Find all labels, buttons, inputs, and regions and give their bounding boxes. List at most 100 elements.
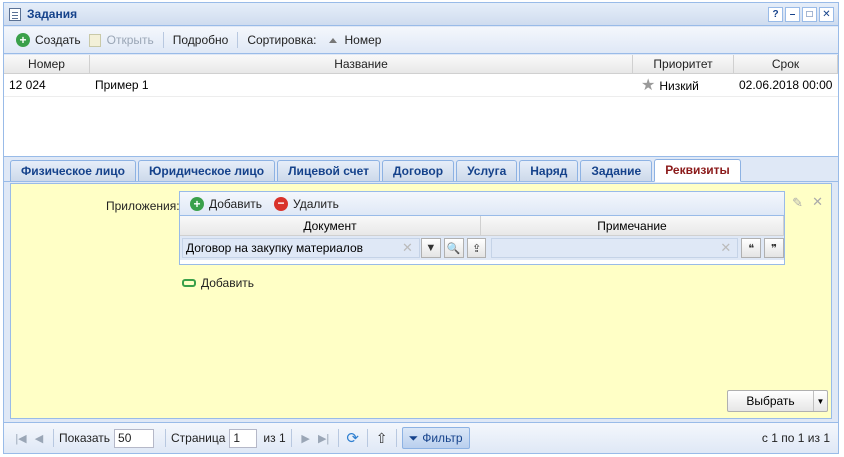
tab-individual[interactable]: Физическое лицо — [10, 160, 137, 181]
delete-label: Удалить — [293, 196, 339, 211]
cell-priority: ★ Низкий — [641, 77, 699, 94]
add-link-label: Добавить — [201, 276, 255, 290]
close-button[interactable]: ✕ — [819, 7, 834, 22]
search-button[interactable]: 🔍 — [443, 238, 464, 258]
dropdown-button[interactable]: ▼ — [420, 238, 441, 258]
page-count: из 1 — [263, 431, 286, 445]
tasks-window: Задания ? – □ ✕ + Создать Открыть Подроб… — [3, 2, 839, 454]
pager-separator — [290, 429, 292, 447]
tasks-icon — [9, 7, 21, 21]
column-header-priority[interactable]: Приоритет — [633, 55, 734, 73]
window-title: Задания — [27, 7, 78, 21]
minimize-button[interactable]: – — [785, 7, 800, 22]
quote-close-icon: ❞ — [771, 242, 778, 255]
toolbar-separator — [162, 32, 164, 48]
pencil-icon[interactable]: ✎ — [792, 195, 803, 211]
tab-work-order[interactable]: Наряд — [519, 160, 579, 181]
filter-button[interactable]: ⏷ Фильтр — [401, 427, 470, 449]
add-link-button[interactable]: Добавить — [182, 276, 254, 290]
chevron-down-icon[interactable]: ▼ — [813, 391, 827, 411]
select-label: Выбрать — [746, 394, 795, 408]
open-button[interactable]: Открыть — [85, 29, 158, 51]
details-panel: Приложения: ✎ ✕ + Добавить − Удалить Док… — [10, 183, 832, 419]
tab-legal-entity[interactable]: Юридическое лицо — [138, 160, 276, 181]
tab-service[interactable]: Услуга — [456, 160, 518, 181]
help-button[interactable]: ? — [768, 7, 783, 22]
add-label: Добавить — [209, 196, 263, 211]
chevron-down-icon: ▼ — [425, 242, 437, 254]
plus-icon: + — [16, 33, 30, 47]
document-combo[interactable]: Договор на закупку материалов ✕ — [182, 238, 420, 258]
last-page-icon[interactable]: ▶| — [315, 432, 333, 445]
prev-page-icon[interactable]: ◀ — [30, 432, 48, 445]
details-label: Подробно — [172, 33, 229, 47]
cell-number: 12 024 — [9, 78, 46, 92]
export-icon[interactable]: ⇧ — [373, 430, 391, 447]
page-size-label: Показать — [59, 431, 111, 445]
tab-task[interactable]: Задание — [580, 160, 653, 181]
select-button[interactable]: Выбрать ▼ — [727, 390, 828, 412]
column-header-number[interactable]: Номер — [4, 55, 90, 73]
document-value: Договор на закупку материалов — [186, 241, 363, 255]
open-icon — [88, 33, 101, 47]
filter-icon: ⏷ — [408, 430, 419, 445]
page-size-input[interactable]: 50 — [114, 428, 155, 448]
pager-separator — [395, 429, 397, 447]
create-button[interactable]: + Создать — [12, 29, 85, 51]
window-titlebar: Задания ? – □ ✕ — [4, 3, 838, 26]
cell-due: 02.06.2018 00:00 — [739, 78, 833, 92]
main-toolbar: + Создать Открыть Подробно Сортировка: Н… — [4, 27, 838, 54]
delete-attachment-button[interactable]: − Удалить — [270, 193, 343, 215]
sort-field-button[interactable]: Номер — [321, 29, 386, 51]
column-header-note[interactable]: Примечание — [481, 216, 784, 235]
table-row[interactable]: 12 024 Пример 1 ★ Низкий 02.06.2018 00:00 — [4, 74, 838, 97]
sort-label: Сортировка: — [247, 33, 317, 47]
close-quote-button[interactable]: ❞ — [764, 238, 785, 258]
open-quote-button[interactable]: ❝ — [741, 238, 762, 258]
filter-label: Фильтр — [422, 431, 463, 445]
pager-separator — [337, 429, 339, 447]
clear-icon[interactable]: ✕ — [720, 240, 731, 256]
quote-open-icon: ❝ — [748, 242, 755, 255]
tab-account[interactable]: Лицевой счет — [277, 160, 380, 181]
paging-toolbar: |◀ ◀ Показать 50 Страница 1 из 1 ▶ ▶| ⟳ … — [4, 422, 838, 453]
search-icon: 🔍 — [446, 242, 461, 255]
sort-field-label: Номер — [344, 33, 382, 47]
attachments-label: Приложения: — [106, 199, 180, 213]
column-header-name[interactable]: Название — [90, 55, 633, 73]
maximize-button[interactable]: □ — [802, 7, 817, 22]
sort-ascending-icon — [328, 37, 337, 43]
next-page-icon[interactable]: ▶ — [297, 432, 315, 445]
attachments-grid: + Добавить − Удалить Документ Примечание… — [179, 191, 785, 265]
open-document-button[interactable]: ⇪ — [466, 238, 487, 258]
close-icon[interactable]: ✕ — [812, 194, 823, 210]
add-attachment-button[interactable]: + Добавить — [186, 193, 266, 215]
details-button[interactable]: Подробно — [169, 29, 233, 51]
pager-separator — [165, 429, 167, 447]
column-header-document[interactable]: Документ — [180, 216, 481, 235]
clear-icon[interactable]: ✕ — [402, 240, 413, 256]
toolbar-separator — [237, 32, 239, 48]
page-label: Страница — [171, 431, 226, 445]
note-field[interactable]: ✕ — [491, 238, 739, 258]
open-label: Открыть — [106, 33, 154, 47]
tab-strip: Физическое лицо Юридическое лицо Лицевой… — [4, 158, 838, 182]
pager-separator — [53, 429, 54, 447]
paging-info: с 1 по 1 из 1 — [761, 431, 830, 445]
pager-separator — [366, 429, 368, 447]
plus-icon: + — [190, 196, 204, 211]
refresh-icon[interactable]: ⟳ — [344, 429, 362, 447]
attachment-row: Договор на закупку материалов ✕ ▼ 🔍 ⇪ ✕ … — [180, 236, 785, 260]
star-icon: ★ — [641, 77, 656, 94]
attachments-toolbar: + Добавить − Удалить — [180, 192, 784, 216]
create-label: Создать — [35, 33, 81, 47]
attachments-header: Документ Примечание — [180, 216, 784, 236]
page-input[interactable]: 1 — [229, 428, 258, 448]
upload-icon: ⇪ — [471, 242, 482, 255]
first-page-icon[interactable]: |◀ — [12, 432, 30, 445]
column-header-due[interactable]: Срок — [734, 55, 838, 73]
tasks-grid: Номер Название Приоритет Срок 12 024 При… — [4, 55, 838, 157]
tab-details[interactable]: Реквизиты — [654, 159, 741, 182]
tab-contract[interactable]: Договор — [381, 160, 455, 181]
grid-header: Номер Название Приоритет Срок — [4, 55, 838, 74]
